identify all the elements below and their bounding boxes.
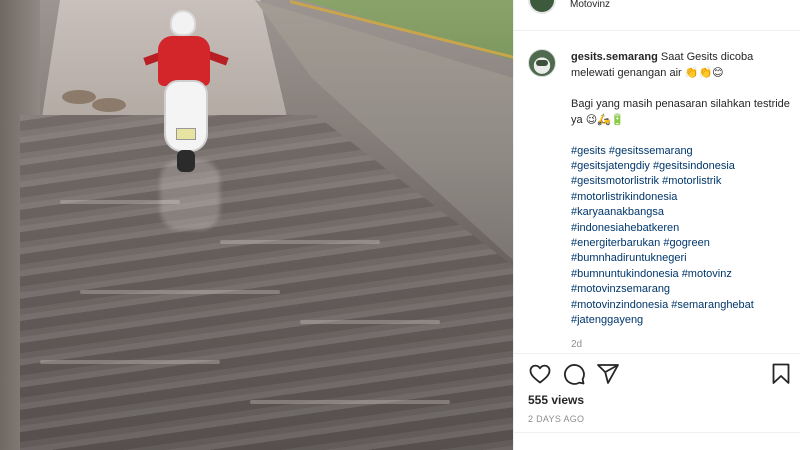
hashtag-link[interactable]: #gesits #gesitssemarang — [571, 144, 793, 159]
hashtag-link[interactable]: #indonesiahebatkeren — [571, 221, 793, 236]
hashtag-link[interactable]: #gesitsjatengdiy #gesitsindonesia — [571, 159, 793, 174]
header-divider — [514, 30, 800, 31]
avatar[interactable] — [528, 0, 556, 14]
post-header: Motovinz — [514, 0, 800, 14]
water-ripple — [250, 400, 450, 404]
username-link[interactable]: gesits.semarang — [571, 51, 658, 63]
footer-divider — [514, 432, 800, 433]
caption-timestamp: 2d — [571, 339, 583, 350]
paper-plane-icon[interactable] — [596, 362, 620, 386]
post-sidebar: Motovinz gesits.semarang Saat Gesits dic… — [513, 0, 800, 450]
hashtag-link[interactable]: #jatenggayeng — [571, 313, 793, 328]
scooter-rider — [143, 10, 229, 180]
avatar[interactable] — [528, 49, 556, 77]
comment-icon[interactable] — [562, 362, 586, 386]
hashtag-link[interactable]: #energiterbarukan #gogreen — [571, 236, 793, 251]
water-ripple — [80, 290, 280, 294]
water-ripple — [40, 360, 220, 364]
water-ripple — [220, 240, 380, 244]
hashtag-link[interactable]: #bumnhadiruntuknegeri — [571, 251, 793, 266]
action-bar — [528, 362, 793, 388]
duck — [92, 98, 126, 112]
actions-divider — [514, 353, 800, 354]
post-date[interactable]: 2 DAYS AGO — [528, 414, 584, 424]
view-count[interactable]: 555 views — [528, 393, 584, 407]
post-video[interactable] — [0, 0, 513, 450]
hashtag-list: #gesits #gesitssemarang #gesitsjatengdiy… — [571, 144, 793, 329]
bookmark-icon[interactable] — [769, 362, 793, 386]
water-ripple — [300, 320, 440, 324]
hashtag-link[interactable]: #gesitsmotorlistrik #motorlistrik — [571, 174, 793, 189]
helmet — [170, 10, 196, 36]
account-name[interactable]: Motovinz — [570, 0, 610, 10]
hashtag-link[interactable]: #motovinzindonesia #semaranghebat — [571, 298, 793, 313]
hashtag-link[interactable]: #motovinzsemarang — [571, 282, 793, 297]
electric-scooter — [164, 80, 208, 152]
caption-emoji: 👏👏😊 — [684, 66, 724, 80]
hashtag-link[interactable]: #motorlistrikindonesia — [571, 190, 793, 205]
heart-icon[interactable] — [528, 362, 552, 386]
post-caption: gesits.semarang Saat Gesits dicoba melew… — [571, 50, 793, 329]
hashtag-link[interactable]: #karyaanakbangsa — [571, 205, 793, 220]
duck — [62, 90, 96, 104]
hashtag-link[interactable]: #bumnuntukindonesia #motovinz — [571, 267, 793, 282]
caption-emoji: 😉🛵🔋 — [585, 113, 625, 127]
